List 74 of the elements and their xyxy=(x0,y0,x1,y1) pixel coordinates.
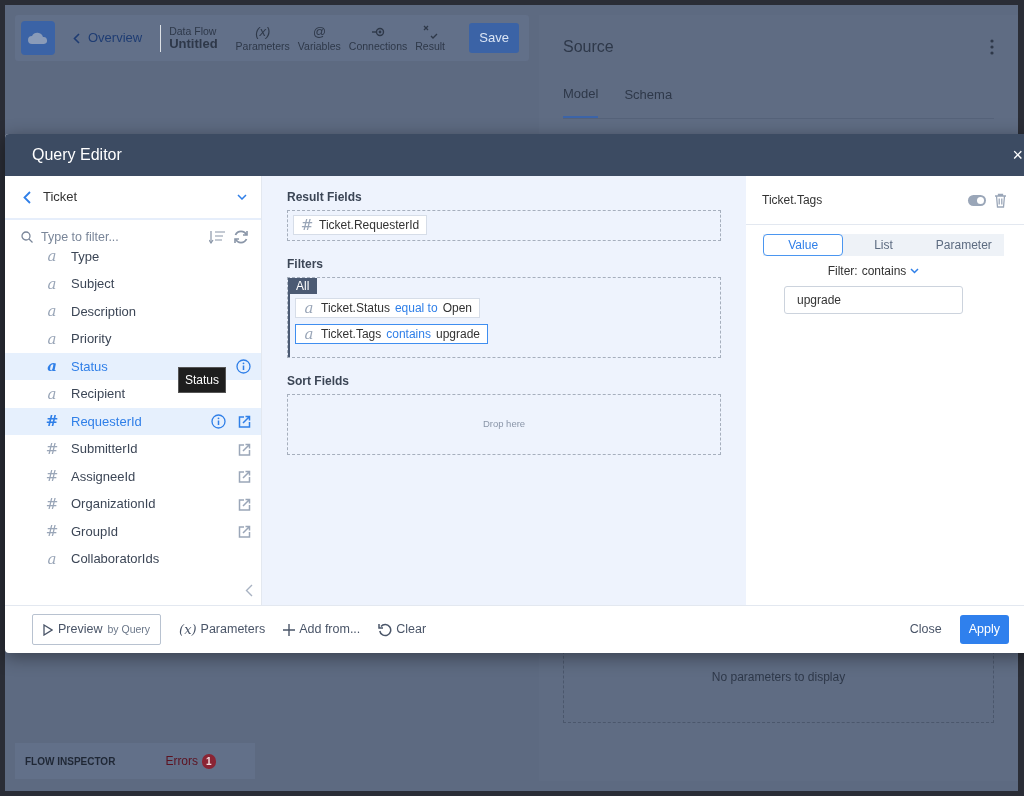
external-link-icon[interactable] xyxy=(238,470,251,483)
external-link-icon[interactable] xyxy=(238,497,251,511)
field-type-icon: # xyxy=(45,520,59,543)
result-field-chip[interactable]: # Ticket.RequesterId xyxy=(293,215,428,235)
field-list-item[interactable]: a Description xyxy=(5,297,261,326)
sort-icon[interactable] xyxy=(209,230,225,245)
field-type-icon: # xyxy=(45,492,59,516)
field-type-icon: a xyxy=(45,272,59,296)
section-title: Result Fields xyxy=(287,189,363,206)
mode-tab[interactable]: Parameter xyxy=(923,234,1004,256)
filter-condition-chip[interactable]: a Ticket.Tags contains upgrade xyxy=(295,324,488,344)
refresh-icon[interactable] xyxy=(233,229,249,246)
field-list-item[interactable]: # GroupId xyxy=(5,517,261,546)
error-count-badge: 1 xyxy=(202,753,216,769)
field-list-item[interactable]: a CollaboratorIds xyxy=(5,545,261,573)
toggle-switch[interactable] xyxy=(968,194,986,206)
section-title: Sort Fields xyxy=(287,372,350,390)
field-list-item[interactable]: # SubmitterId xyxy=(5,435,261,463)
value-field[interactable]: upgrade xyxy=(784,286,963,314)
trash-icon[interactable] xyxy=(994,192,1007,208)
save-button[interactable]: Save xyxy=(469,23,519,53)
info-icon[interactable] xyxy=(236,359,251,374)
collapse-chevron-icon[interactable] xyxy=(245,584,253,597)
field-type-icon: a xyxy=(45,327,59,351)
external-link-icon[interactable] xyxy=(238,442,251,456)
operator-dropdown[interactable]: contains xyxy=(861,262,920,280)
field-type-icon: # xyxy=(45,437,59,461)
field-type-icon: a xyxy=(45,245,59,268)
field-list-item[interactable]: a Priority xyxy=(5,325,261,353)
flow-name: Untitled xyxy=(169,36,218,52)
inspector-title: FLOW INSPECTOR xyxy=(25,754,116,769)
flow-type-label: Data Flow xyxy=(169,24,218,37)
info-icon[interactable] xyxy=(211,414,226,429)
dialog-title: Query Editor xyxy=(32,145,122,165)
undo-icon xyxy=(378,622,393,637)
search-icon xyxy=(21,231,33,244)
filter-condition-chip[interactable]: a Ticket.Status equal to Open xyxy=(295,297,480,318)
field-list-item[interactable]: a Subject xyxy=(5,270,261,298)
filter-group-tag[interactable]: All xyxy=(288,277,318,294)
chevron-down-icon xyxy=(237,194,247,200)
field-type-icon: # xyxy=(45,465,59,488)
parameters-button[interactable]: (x) Parameters xyxy=(179,619,266,640)
external-link-icon[interactable] xyxy=(238,415,251,428)
mode-tab[interactable]: List xyxy=(843,234,924,256)
clear-button[interactable]: Clear xyxy=(378,620,427,639)
chevron-down-icon xyxy=(910,268,920,274)
field-type-icon: # xyxy=(45,410,59,433)
close-button[interactable]: × xyxy=(1012,141,1024,169)
panel-title: Source xyxy=(563,37,614,57)
section-title: Filters xyxy=(287,255,324,273)
field-list-item[interactable]: # RequesterId xyxy=(5,407,261,436)
apply-button[interactable]: Apply xyxy=(959,615,1009,644)
field-type-icon: a xyxy=(45,382,59,406)
field-type-icon: a xyxy=(45,300,59,323)
mode-tab[interactable]: Value xyxy=(763,234,844,256)
chevron-left-icon xyxy=(23,190,31,204)
field-type-icon: a xyxy=(45,355,59,378)
field-list-item[interactable]: # OrganizationId xyxy=(5,490,261,518)
play-icon xyxy=(43,623,53,636)
check-cross-icon xyxy=(422,23,439,40)
cloud-icon xyxy=(27,31,49,45)
condition-title: Ticket.Tags xyxy=(762,192,823,209)
external-link-icon[interactable] xyxy=(238,525,251,538)
preview-button[interactable]: Preview by Query xyxy=(32,614,162,645)
entity-selector[interactable]: Ticket xyxy=(5,176,261,220)
chevron-left-icon xyxy=(73,32,80,44)
drop-hint: Drop here xyxy=(482,416,526,431)
plus-icon xyxy=(283,623,296,636)
field-type-icon: a xyxy=(45,547,59,571)
filter-label: Filter: xyxy=(827,263,858,280)
add-from-button[interactable]: Add from... xyxy=(283,620,361,639)
field-list-item[interactable]: # AssigneeId xyxy=(5,462,261,491)
field-tooltip: Status xyxy=(178,366,227,393)
more-vertical-icon[interactable] xyxy=(990,39,994,55)
